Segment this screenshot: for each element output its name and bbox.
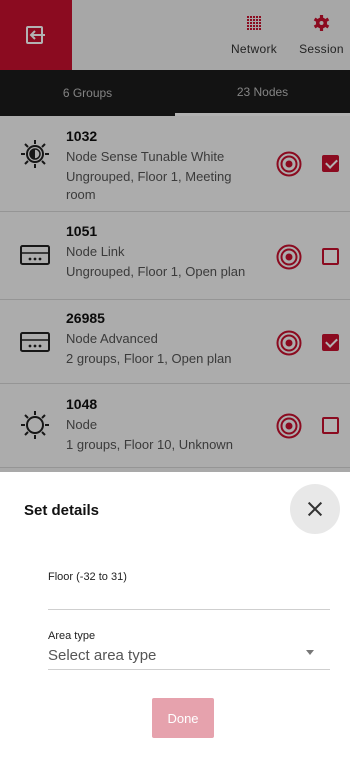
node-id: 1048 [66,396,98,412]
node-id: 1032 [66,128,98,144]
sheet-title: Set details [24,502,100,519]
node-checkbox[interactable] [322,334,339,351]
network-label: Network [230,42,278,56]
node-id: 26985 [66,310,105,326]
close-button[interactable] [290,484,340,534]
node-checkbox[interactable] [322,155,339,172]
chevron-down-icon [306,650,314,655]
identify-icon[interactable] [276,244,302,270]
exit-icon [26,26,45,44]
node-type: Node Sense Tunable White [66,149,225,164]
floor-input[interactable] [48,588,330,610]
node-location: Ungrouped, Floor 1, Open plan [66,264,246,279]
node-location: Ungrouped, Floor 1, Meeting [66,169,232,184]
node-checkbox[interactable] [322,248,339,265]
set-details-sheet: Set details Floor (-32 to 31) Area type … [0,472,350,760]
session-button[interactable]: Session [293,14,350,56]
list-item[interactable]: 1048 Node 1 groups, Floor 10, Unknown [0,384,350,468]
tab-groups[interactable]: 6 Groups [0,70,175,116]
network-button[interactable]: Network [222,14,286,56]
node-type: Node Advanced [66,331,158,346]
node-type: Node [66,417,98,432]
list-item[interactable]: 26985 Node Advanced 2 groups, Floor 1, O… [0,300,350,384]
done-button[interactable]: Done [152,698,214,738]
node-location-cont: room [66,187,96,202]
floor-label: Floor (-32 to 31) [48,571,127,583]
area-type-label: Area type [48,630,96,642]
top-bar: Network Session [0,0,350,70]
link-device-icon [20,245,50,265]
gear-icon [313,15,330,31]
node-location: 2 groups, Floor 1, Open plan [66,351,232,366]
tab-bar: 6 Groups 23 Nodes [0,70,350,116]
node-list-screen: Network Session 6 Groups 23 Nodes 1032 N… [0,0,350,472]
list-item[interactable]: 1032 Node Sense Tunable White Ungrouped,… [0,116,350,212]
list-item[interactable]: 1051 Node Link Ungrouped, Floor 1, Open … [0,212,350,300]
area-type-select[interactable]: Select area type [48,644,330,670]
tab-nodes[interactable]: 23 Nodes [175,70,350,116]
node-checkbox[interactable] [322,417,339,434]
session-label: Session [299,42,344,56]
sun-half-icon [21,140,49,168]
identify-icon[interactable] [276,413,302,439]
area-type-placeholder: Select area type [48,647,157,664]
identify-icon[interactable] [276,330,302,356]
grid-icon [247,16,261,30]
link-device-icon [20,332,50,352]
node-type: Node Link [66,244,125,259]
identify-icon[interactable] [276,151,302,177]
node-list: 1032 Node Sense Tunable White Ungrouped,… [0,116,350,468]
node-location: 1 groups, Floor 10, Unknown [66,437,233,452]
sun-icon [21,411,49,439]
exit-button[interactable] [0,0,72,70]
node-id: 1051 [66,223,98,239]
